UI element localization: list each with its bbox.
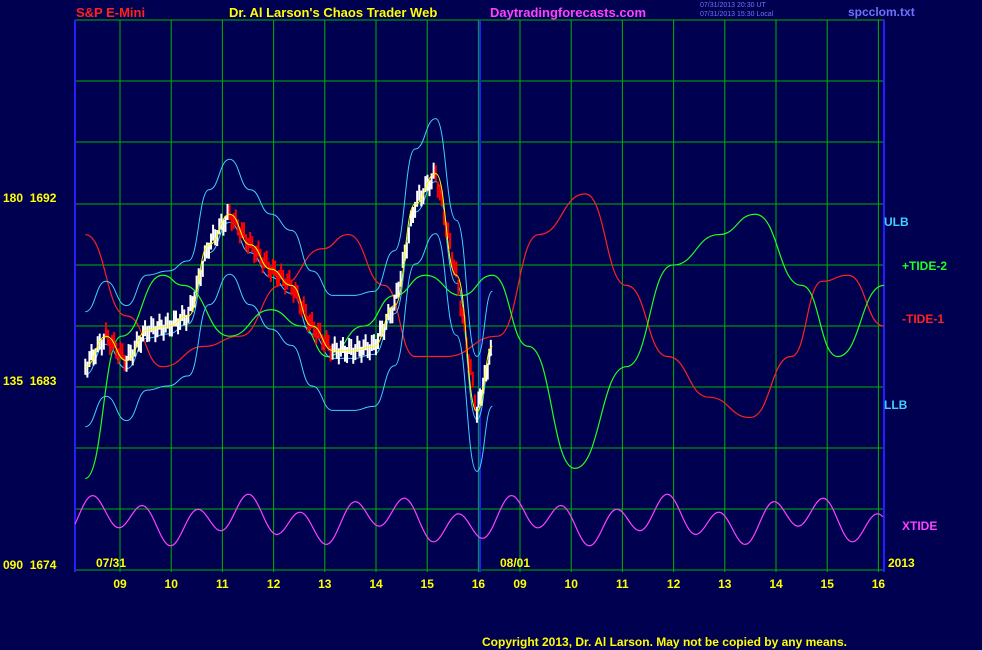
- date-label-0801: 08/01: [500, 556, 531, 570]
- y-label-top: 180 1692: [3, 191, 57, 205]
- hour-tick-label: 15: [821, 577, 835, 591]
- hour-tick-label: 11: [216, 577, 229, 591]
- hour-tick-label: 15: [421, 577, 435, 591]
- hour-tick-label: 09: [113, 577, 127, 591]
- hour-tick-label: 16: [472, 577, 486, 591]
- hour-tick-label: 14: [369, 577, 383, 591]
- hour-tick-label: 13: [718, 577, 732, 591]
- copyright-text: Copyright 2013, Dr. Al Larson. May not b…: [482, 635, 847, 649]
- date-label-0731: 07/31: [96, 556, 127, 570]
- mid-band: [85, 181, 493, 420]
- label-llb: LLB: [884, 398, 908, 412]
- label-xtide: XTIDE: [902, 519, 938, 533]
- hour-tick-label: 14: [769, 577, 783, 591]
- hour-tick-label: 16: [872, 577, 886, 591]
- chart-svg: 09 10 11 12 13 14 15 16 09 10 11 12 13 14 15 16: [74, 19, 886, 591]
- hour-tick-label: 13: [318, 577, 332, 591]
- label-ulb: ULB: [884, 215, 909, 229]
- date-label-year: 2013: [888, 556, 915, 570]
- y-label-mid: 135 1683: [3, 374, 57, 388]
- lower-band: [85, 233, 493, 472]
- hour-tick-label: 10: [565, 577, 579, 591]
- hour-tick-label: 09: [513, 577, 527, 591]
- label-tide2: +TIDE-2: [902, 259, 948, 273]
- hour-tick-label: 12: [267, 577, 281, 591]
- label-tide1: -TIDE-1: [902, 312, 944, 326]
- hour-tick-label: 11: [616, 577, 629, 591]
- hour-tick-label: 12: [667, 577, 681, 591]
- hour-tick-label: 10: [165, 577, 179, 591]
- y-label-bottom: 090 1674: [3, 558, 57, 572]
